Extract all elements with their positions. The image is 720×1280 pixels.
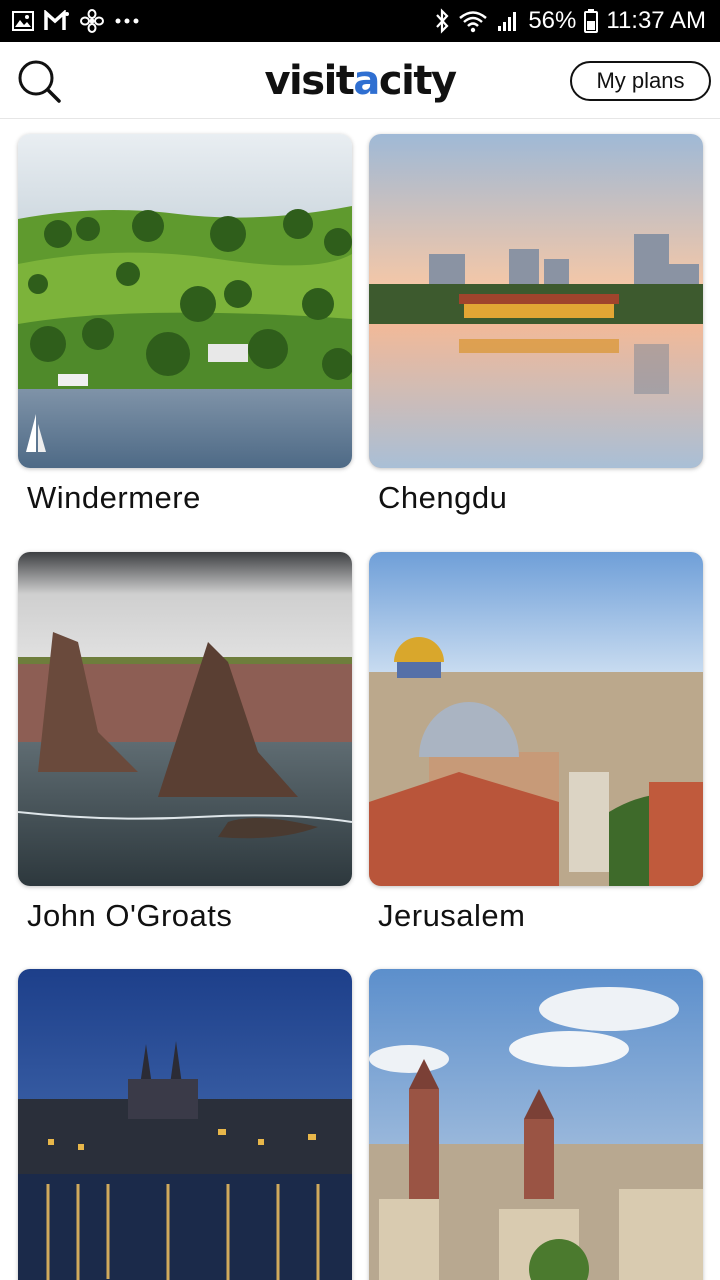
city-card-6[interactable] (369, 969, 703, 1280)
status-bar-right: 56% 11:37 AM (434, 6, 706, 36)
city-image-6 (369, 969, 703, 1280)
signal-icon (496, 9, 520, 33)
city-card-5[interactable] (18, 969, 352, 1280)
my-plans-button[interactable]: My plans (570, 61, 711, 101)
city-image-windermere (18, 134, 352, 468)
city-card-windermere[interactable]: Windermere (18, 134, 352, 516)
gallery-icon (12, 11, 34, 31)
city-name: Chengdu (378, 480, 508, 515)
city-image-john-ogroats (18, 552, 352, 886)
battery-percent: 56% (528, 7, 577, 34)
status-bar: 56% 11:37 AM (0, 0, 720, 42)
logo-accent: a (353, 58, 380, 104)
city-card-chengdu[interactable]: Chengdu (369, 134, 703, 516)
gmail-icon (44, 10, 70, 32)
city-grid: Windermere Chengdu John O'Groats Jerusal… (0, 119, 720, 1280)
city-name: John O'Groats (27, 898, 233, 933)
logo-part-2: city (378, 58, 457, 104)
bluetooth-icon (434, 8, 450, 34)
fan-icon (80, 9, 104, 33)
logo-part-1: visit (264, 58, 354, 104)
city-name: Windermere (27, 480, 201, 515)
status-bar-left (12, 8, 140, 34)
battery-icon (584, 9, 599, 33)
app-header: visitacity My plans (0, 42, 720, 119)
city-image-chengdu (369, 134, 703, 468)
city-image-jerusalem (369, 552, 703, 886)
city-name: Jerusalem (378, 898, 526, 933)
more-icon (114, 17, 140, 25)
city-card-john-ogroats[interactable]: John O'Groats (18, 552, 352, 934)
wifi-icon (458, 9, 488, 33)
city-image-5 (18, 969, 352, 1280)
clock: 11:37 AM (606, 7, 706, 34)
city-card-jerusalem[interactable]: Jerusalem (369, 552, 703, 934)
